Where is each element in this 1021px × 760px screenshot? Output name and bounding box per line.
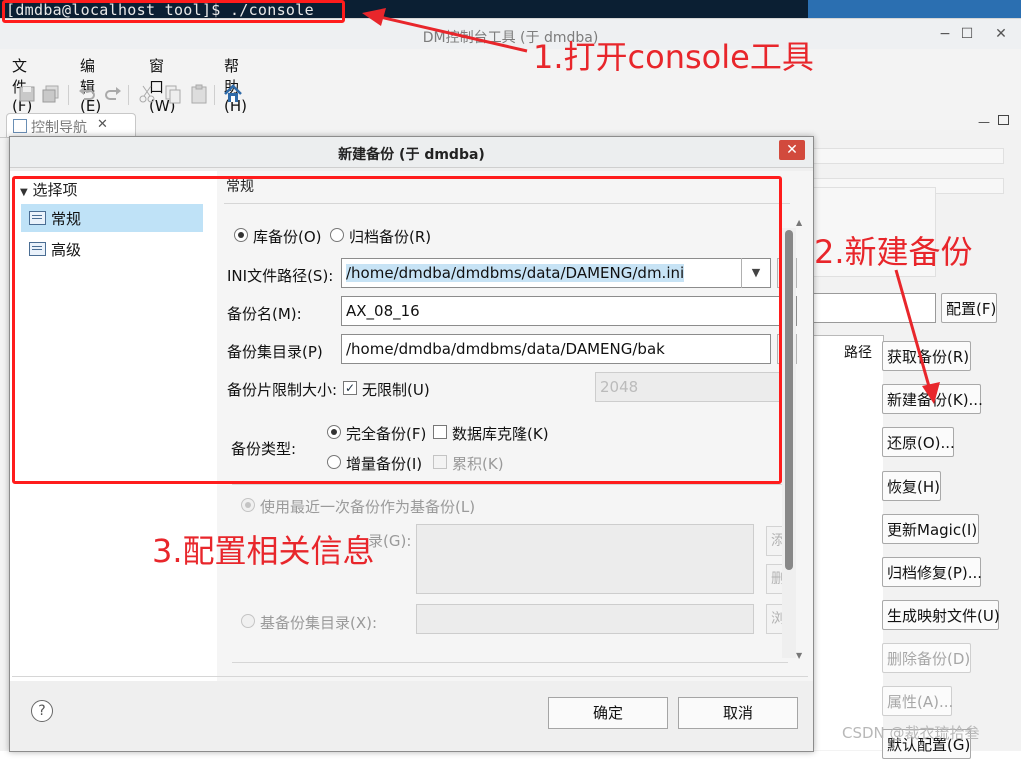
dialog-titlebar: 新建备份 (于 dmdba) ✕ (10, 137, 813, 168)
view-minimize-button[interactable]: — (978, 115, 990, 129)
redo-icon[interactable] (102, 83, 124, 105)
toolbar (0, 83, 400, 111)
dialog-title: 新建备份 (于 dmdba) (338, 147, 485, 163)
divider (232, 484, 788, 485)
divider (232, 662, 788, 663)
toolbar-separator (68, 85, 69, 105)
cancel-button[interactable]: 取消 (678, 697, 798, 729)
properties-button[interactable]: 属性(A)... (882, 686, 953, 716)
save-icon[interactable] (16, 83, 38, 105)
home-icon[interactable] (222, 83, 244, 105)
annotation-box-settings (12, 176, 782, 484)
scroll-thumb[interactable] (785, 230, 793, 570)
tab-label: 控制导航 (31, 120, 87, 136)
new-backup-button[interactable]: 新建备份(K)... (882, 384, 983, 414)
window-titlebar: DM控制台工具 (于 dmdba) − ☐ ✕ (0, 19, 1021, 49)
cut-icon[interactable] (136, 83, 158, 105)
base-dir-list[interactable] (416, 524, 754, 594)
close-dialog-button[interactable]: ✕ (779, 140, 805, 160)
view-maximize-button[interactable] (998, 115, 1009, 125)
update-magic-button[interactable]: 更新Magic(I) (882, 514, 979, 544)
base-set-dir-radio[interactable] (241, 614, 255, 628)
tab-control-navigation[interactable]: 控制导航 ✕ (6, 113, 136, 138)
annotation-step1: 1.打开console工具 (533, 38, 814, 76)
copy-icon[interactable] (162, 83, 184, 105)
toolbar-separator (214, 85, 215, 105)
path-input[interactable] (812, 293, 936, 323)
scroll-down-icon[interactable]: ▼ (796, 651, 802, 660)
base-set-dir-label: 基备份集目录(X): (260, 614, 378, 632)
maximize-button[interactable]: ☐ (954, 23, 980, 45)
annotation-step3: 3.配置相关信息 (152, 532, 375, 570)
archive-repair-button[interactable]: 归档修复(P)... (882, 557, 982, 587)
vertical-scrollbar[interactable] (782, 228, 796, 658)
save-all-icon[interactable] (40, 83, 62, 105)
recover-button[interactable]: 恢复(H) (882, 471, 941, 501)
base-latest-label: 使用最近一次备份作为基备份(L) (260, 498, 476, 516)
help-icon[interactable]: ? (31, 700, 53, 722)
window-title: DM控制台工具 (于 dmdba) (422, 30, 599, 46)
toolbar-separator (128, 85, 129, 105)
close-window-button[interactable]: ✕ (988, 23, 1014, 45)
scroll-up-icon[interactable]: ▲ (796, 218, 802, 227)
close-tab-icon[interactable]: ✕ (97, 117, 108, 132)
base-set-dir-input[interactable] (416, 604, 754, 634)
base-latest-radio[interactable] (241, 498, 255, 512)
column-path[interactable]: 路径 (844, 342, 872, 362)
annotation-box-terminal (2, 0, 345, 23)
ok-button[interactable]: 确定 (548, 697, 668, 729)
blurred-field (812, 148, 1004, 164)
generate-map-file-button[interactable]: 生成映射文件(U) (882, 600, 1000, 630)
watermark: CSDN @裁衣琉拾叁 (842, 724, 980, 742)
paste-icon[interactable] (188, 83, 210, 105)
navigation-icon (13, 119, 27, 133)
backup-table[interactable] (812, 363, 883, 750)
get-backup-button[interactable]: 获取备份(R) (882, 341, 971, 371)
undo-icon[interactable] (76, 83, 98, 105)
divider (12, 676, 808, 677)
config-button[interactable]: 配置(F) (941, 293, 997, 323)
annotation-step2: 2.新建备份 (814, 233, 973, 271)
delete-backup-button[interactable]: 删除备份(D) (882, 643, 971, 673)
restore-button[interactable]: 还原(O)... (882, 427, 955, 457)
